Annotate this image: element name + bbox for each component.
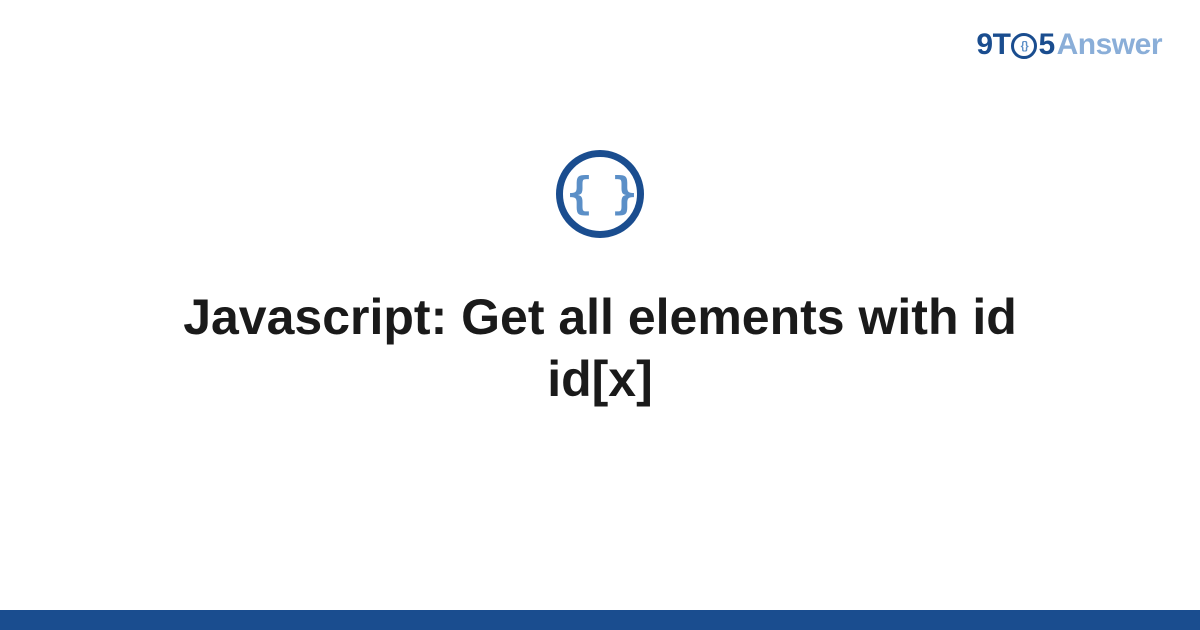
page-title: Javascript: Get all elements with id id[… [100,286,1100,411]
main-content: { } Javascript: Get all elements with id… [0,0,1200,630]
footer-bar [0,610,1200,630]
code-braces-icon: { } [556,150,644,238]
braces-glyph: { } [566,172,633,216]
